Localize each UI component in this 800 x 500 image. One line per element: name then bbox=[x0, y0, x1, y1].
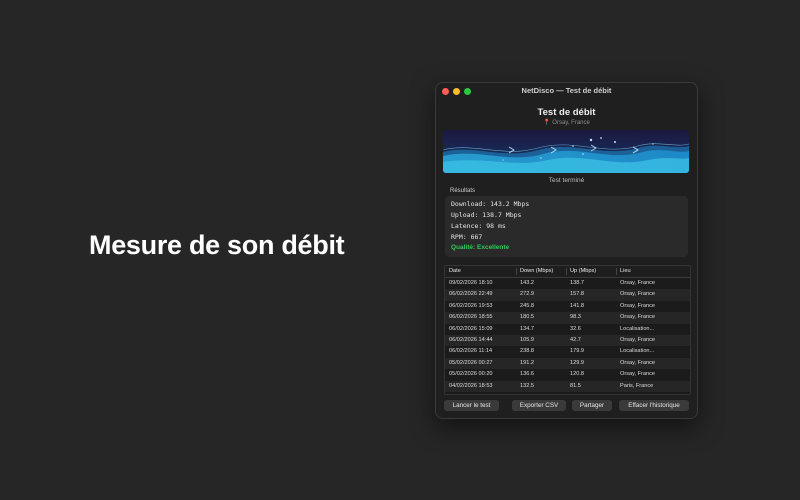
clear-history-button[interactable]: Effacer l'historique bbox=[619, 400, 689, 411]
column-header-up[interactable]: Up (Mbps) bbox=[570, 266, 615, 277]
latency-result: Latence: 98 ms bbox=[451, 222, 506, 230]
share-button[interactable]: Partager bbox=[572, 400, 612, 411]
cell-date: 06/02/2026 14:44 bbox=[449, 336, 493, 343]
cell-location: Orsay, France bbox=[620, 291, 656, 298]
cell-date: 05/02/2026 00:27 bbox=[449, 359, 493, 366]
table-row[interactable]: 09/02/2026 18:10 143.2 138.7 Orsay, Fran… bbox=[445, 278, 690, 289]
wave-graphic bbox=[443, 130, 689, 173]
cell-location: Orsay, France bbox=[620, 280, 656, 286]
cell-date: 06/02/2026 15:09 bbox=[449, 325, 493, 332]
location-pin-icon: 📍 bbox=[543, 120, 551, 126]
table-row[interactable]: 05/02/2026 00:27 191.2 129.9 Orsay, Fran… bbox=[445, 357, 690, 370]
table-header: Date Down (Mbps) Up (Mbps) Lieu bbox=[445, 266, 690, 278]
cell-down: 105.9 bbox=[520, 336, 534, 343]
cell-down: 134.7 bbox=[520, 325, 534, 332]
table-row[interactable]: 05/02/2026 00:20 136.6 120.8 Orsay, Fran… bbox=[445, 369, 690, 380]
cell-up: 32.6 bbox=[570, 325, 581, 332]
history-table[interactable]: Date Down (Mbps) Up (Mbps) Lieu 09/02/20… bbox=[444, 265, 691, 395]
cell-up: 179.9 bbox=[570, 348, 584, 355]
location-label: 📍 Orsay, France bbox=[436, 119, 697, 126]
cell-location: Localisation... bbox=[620, 325, 655, 332]
speed-wave-visual bbox=[443, 130, 689, 173]
table-row[interactable]: 06/02/2026 11:14 238.8 179.9 Localisatio… bbox=[445, 346, 690, 357]
cell-up: 120.8 bbox=[570, 371, 584, 378]
cell-location: Orsay, France bbox=[620, 336, 656, 343]
cell-location: Orsay, France bbox=[620, 371, 656, 378]
table-row[interactable]: 06/02/2026 19:53 245.8 141.8 Orsay, Fran… bbox=[445, 301, 690, 312]
upload-result: Upload: 138.7 Mbps bbox=[451, 211, 522, 219]
cell-location: Localisation... bbox=[620, 348, 655, 355]
cell-date: 06/02/2026 11:14 bbox=[449, 348, 493, 355]
location-text: Orsay, France bbox=[552, 120, 590, 126]
column-header-date[interactable]: Date bbox=[449, 266, 515, 277]
cell-down: 245.8 bbox=[520, 302, 534, 309]
cell-down: 180.5 bbox=[520, 314, 534, 321]
page-title: Test de débit bbox=[537, 107, 596, 118]
app-window: NetDisco — Test de débit Test de débit 📍… bbox=[435, 82, 698, 419]
table-row[interactable]: 04/02/2026 18:53 132.5 81.5 Paris, Franc… bbox=[445, 380, 690, 392]
rpm-result: RPM: 667 bbox=[451, 233, 483, 241]
cell-down: 272.9 bbox=[520, 291, 534, 298]
cell-up: 141.8 bbox=[570, 302, 584, 309]
window-title: NetDisco — Test de débit bbox=[521, 86, 612, 95]
cell-date: 06/02/2026 19:53 bbox=[449, 302, 493, 309]
cell-location: Orsay, France bbox=[620, 359, 656, 366]
download-result: Download: 143.2 Mbps bbox=[451, 200, 530, 208]
column-separator[interactable] bbox=[566, 268, 567, 275]
quality-result: Qualité: Excellente bbox=[451, 244, 510, 251]
cell-up: 42.7 bbox=[570, 336, 581, 343]
table-row[interactable]: 06/02/2026 18:55 180.5 98.3 Orsay, Franc… bbox=[445, 312, 690, 324]
export-csv-button[interactable]: Exporter CSV bbox=[512, 400, 566, 411]
cell-down: 143.2 bbox=[520, 280, 534, 286]
cell-down: 238.8 bbox=[520, 348, 534, 355]
cell-date: 09/02/2026 18:10 bbox=[449, 280, 493, 286]
cell-down: 191.2 bbox=[520, 359, 534, 366]
results-label: Résultats bbox=[450, 188, 476, 194]
cell-location: Orsay, France bbox=[620, 314, 656, 321]
cell-location: Orsay, France bbox=[620, 302, 656, 309]
cell-date: 06/02/2026 18:55 bbox=[449, 314, 493, 321]
table-row[interactable]: 06/02/2026 14:44 105.9 42.7 Orsay, Franc… bbox=[445, 334, 690, 347]
title-bar: NetDisco — Test de débit bbox=[436, 83, 697, 99]
column-header-down[interactable]: Down (Mbps) bbox=[520, 266, 565, 277]
cell-up: 81.5 bbox=[570, 382, 581, 389]
cell-up: 157.8 bbox=[570, 291, 584, 298]
test-status: Test terminé bbox=[548, 177, 585, 184]
headline: Mesure de son débit bbox=[89, 230, 345, 260]
cell-up: 98.3 bbox=[570, 314, 581, 321]
cell-date: 06/02/2026 22:49 bbox=[449, 291, 493, 298]
cell-up: 138.7 bbox=[570, 280, 584, 286]
cell-location: Paris, France bbox=[620, 382, 654, 389]
column-separator[interactable] bbox=[516, 268, 517, 275]
table-row[interactable]: 06/02/2026 15:09 134.7 32.6 Localisation… bbox=[445, 324, 690, 335]
run-test-button[interactable]: Lancer le test bbox=[444, 400, 499, 411]
results-panel: Download: 143.2 Mbps Upload: 138.7 Mbps … bbox=[445, 196, 688, 257]
cell-up: 129.9 bbox=[570, 359, 584, 366]
column-separator[interactable] bbox=[616, 268, 617, 275]
table-row[interactable]: 06/02/2026 22:49 272.9 157.8 Orsay, Fran… bbox=[445, 289, 690, 301]
cell-down: 132.5 bbox=[520, 382, 534, 389]
cell-date: 05/02/2026 00:20 bbox=[449, 371, 493, 378]
cell-date: 04/02/2026 18:53 bbox=[449, 382, 493, 389]
cell-down: 136.6 bbox=[520, 371, 534, 378]
column-header-location[interactable]: Lieu bbox=[620, 266, 686, 277]
